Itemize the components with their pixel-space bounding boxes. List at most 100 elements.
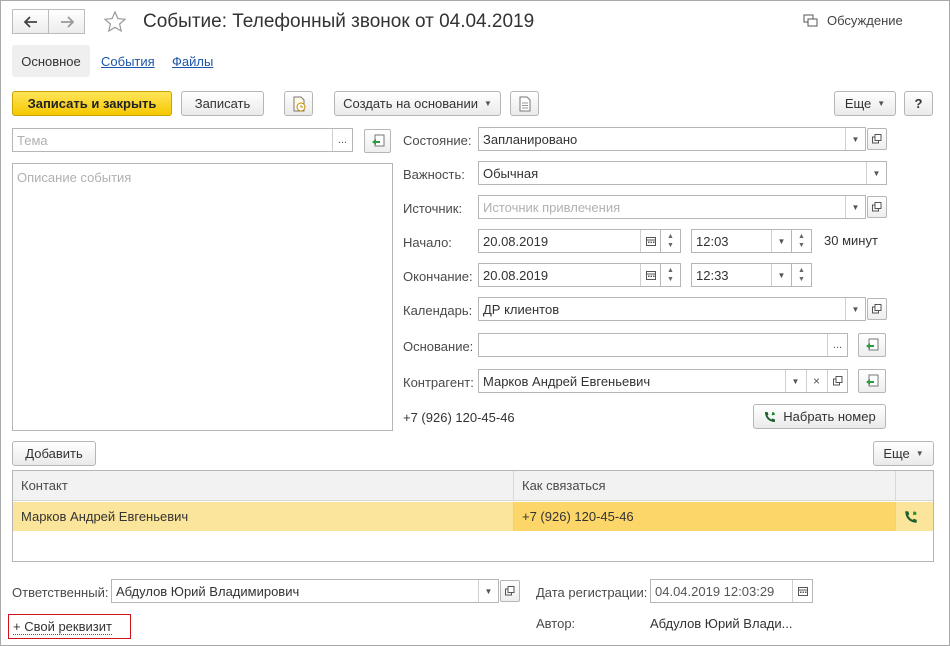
- end-time-input[interactable]: 12:33 ▼: [691, 263, 792, 287]
- favorite-star-icon[interactable]: [103, 10, 127, 37]
- chevron-down-icon[interactable]: ▼: [845, 196, 865, 218]
- save-button[interactable]: Записать: [181, 91, 264, 116]
- start-time-spinner[interactable]: ▲ ▼: [792, 229, 812, 253]
- spin-down-icon: ▼: [798, 276, 805, 283]
- description-textarea[interactable]: Описание события: [12, 163, 393, 431]
- table-row[interactable]: Марков Андрей Евгеньевич +7 (926) 120-45…: [13, 502, 933, 531]
- dial-number-label: Набрать номер: [783, 409, 876, 424]
- discussion-button[interactable]: Обсуждение: [803, 13, 903, 28]
- document-arrow-icon: [371, 134, 384, 147]
- document-icon: [519, 96, 530, 111]
- source-placeholder: Источник привлечения: [483, 199, 621, 215]
- basis-select-button[interactable]: ...: [827, 334, 847, 356]
- open-icon: [872, 202, 882, 212]
- spin-down-icon: ▼: [667, 242, 674, 249]
- phone-icon[interactable]: [903, 509, 919, 528]
- open-icon[interactable]: [827, 370, 847, 392]
- state-open-button[interactable]: [867, 128, 887, 150]
- end-date-input[interactable]: 20.08.2019: [478, 263, 661, 287]
- cell-how[interactable]: +7 (926) 120-45-46: [514, 502, 896, 531]
- chevron-down-icon[interactable]: ▼: [845, 128, 865, 150]
- calendar-open-button[interactable]: [867, 298, 887, 320]
- start-label: Начало:: [403, 235, 452, 250]
- column-header-how[interactable]: Как связаться: [514, 471, 896, 501]
- dial-number-button[interactable]: Набрать номер: [753, 404, 886, 429]
- end-date-spinner[interactable]: ▲ ▼: [661, 263, 681, 287]
- source-select[interactable]: Источник привлечения ▼: [478, 195, 866, 219]
- contractor-select[interactable]: Марков Андрей Евгеньевич ▼ ×: [478, 369, 848, 393]
- importance-label: Важность:: [403, 167, 465, 182]
- duration-text: 30 минут: [824, 233, 878, 248]
- spin-down-icon: ▼: [667, 276, 674, 283]
- add-custom-attribute-link[interactable]: + Свой реквизит: [8, 614, 131, 639]
- subject-input[interactable]: Тема ...: [12, 128, 353, 152]
- state-label: Состояние:: [403, 133, 472, 148]
- importance-select[interactable]: Обычная ▼: [478, 161, 887, 185]
- responsible-open-button[interactable]: [500, 580, 520, 602]
- tab-main[interactable]: Основное: [12, 45, 90, 77]
- create-based-on-label: Создать на основании: [343, 96, 478, 111]
- create-based-on-button[interactable]: Создать на основании ▼: [334, 91, 501, 116]
- chevron-down-icon[interactable]: ▼: [785, 370, 805, 392]
- forward-button[interactable]: [48, 9, 85, 34]
- chevron-down-icon[interactable]: ▼: [866, 162, 886, 184]
- table-header: Контакт Как связаться: [13, 471, 933, 501]
- clear-icon[interactable]: ×: [806, 370, 826, 392]
- help-label: ?: [914, 96, 923, 111]
- print-button[interactable]: [510, 91, 539, 116]
- calendar-icon[interactable]: [640, 264, 660, 286]
- contractor-value: Марков Андрей Евгеньевич: [483, 373, 651, 389]
- calendar-value: ДР клиентов: [483, 301, 560, 317]
- state-select[interactable]: Запланировано ▼: [478, 127, 866, 151]
- basis-input[interactable]: ...: [478, 333, 848, 357]
- start-date-spinner[interactable]: ▲ ▼: [661, 229, 681, 253]
- spin-up-icon: ▲: [667, 233, 674, 240]
- reg-date-value: 04.04.2019 12:03:29: [655, 583, 775, 599]
- chevron-down-icon[interactable]: ▼: [771, 230, 791, 252]
- help-button[interactable]: ?: [904, 91, 933, 116]
- subject-placeholder: Тема: [17, 132, 48, 148]
- contacts-more-label: Еще: [883, 446, 910, 461]
- chevron-down-icon[interactable]: ▼: [771, 264, 791, 286]
- author-value: Абдулов Юрий Влади...: [650, 616, 793, 631]
- start-date-input[interactable]: 20.08.2019: [478, 229, 661, 253]
- document-clock-icon: [293, 96, 305, 111]
- save-and-close-label: Записать и закрыть: [27, 96, 157, 111]
- discussion-label: Обсуждение: [827, 13, 903, 28]
- tab-events[interactable]: События: [101, 45, 155, 77]
- contacts-more-button[interactable]: Еще ▼: [873, 441, 934, 466]
- page-title: Событие: Телефонный звонок от 04.04.2019: [143, 11, 535, 32]
- subject-select-button[interactable]: ...: [332, 129, 352, 151]
- start-time-input[interactable]: 12:03 ▼: [691, 229, 792, 253]
- document-arrow-icon: [866, 338, 879, 351]
- reg-date-input[interactable]: 04.04.2019 12:03:29: [650, 579, 813, 603]
- end-time-spinner[interactable]: ▲ ▼: [792, 263, 812, 287]
- calendar-icon[interactable]: [640, 230, 660, 252]
- state-value: Запланировано: [483, 131, 578, 147]
- contractor-template-button[interactable]: [858, 369, 886, 393]
- phone-text: +7 (926) 120-45-46: [403, 410, 515, 425]
- save-and-close-button[interactable]: Записать и закрыть: [12, 91, 172, 116]
- custom-attribute-label: + Свой реквизит: [13, 618, 112, 635]
- spin-up-icon: ▲: [667, 267, 674, 274]
- chevron-down-icon[interactable]: ▼: [478, 580, 498, 602]
- column-header-contact[interactable]: Контакт: [13, 471, 514, 501]
- cell-contact[interactable]: Марков Андрей Евгеньевич: [13, 502, 514, 531]
- calendar-icon[interactable]: [792, 580, 812, 602]
- open-icon: [505, 586, 515, 596]
- chevron-down-icon: ▼: [877, 99, 886, 108]
- source-open-button[interactable]: [867, 196, 887, 218]
- more-button[interactable]: Еще ▼: [834, 91, 896, 116]
- back-button[interactable]: [12, 9, 49, 34]
- chevron-down-icon[interactable]: ▼: [845, 298, 865, 320]
- contacts-table[interactable]: Контакт Как связаться Марков Андрей Евге…: [12, 470, 934, 562]
- subject-template-button[interactable]: [364, 129, 391, 153]
- responsible-select[interactable]: Абдулов Юрий Владимирович ▼: [111, 579, 499, 603]
- basis-template-button[interactable]: [858, 333, 886, 357]
- add-contact-label: Добавить: [25, 446, 83, 461]
- tab-files[interactable]: Файлы: [172, 45, 213, 77]
- add-contact-button[interactable]: Добавить: [12, 441, 96, 466]
- report-button[interactable]: [284, 91, 313, 116]
- calendar-select[interactable]: ДР клиентов ▼: [478, 297, 866, 321]
- end-label: Окончание:: [403, 269, 473, 284]
